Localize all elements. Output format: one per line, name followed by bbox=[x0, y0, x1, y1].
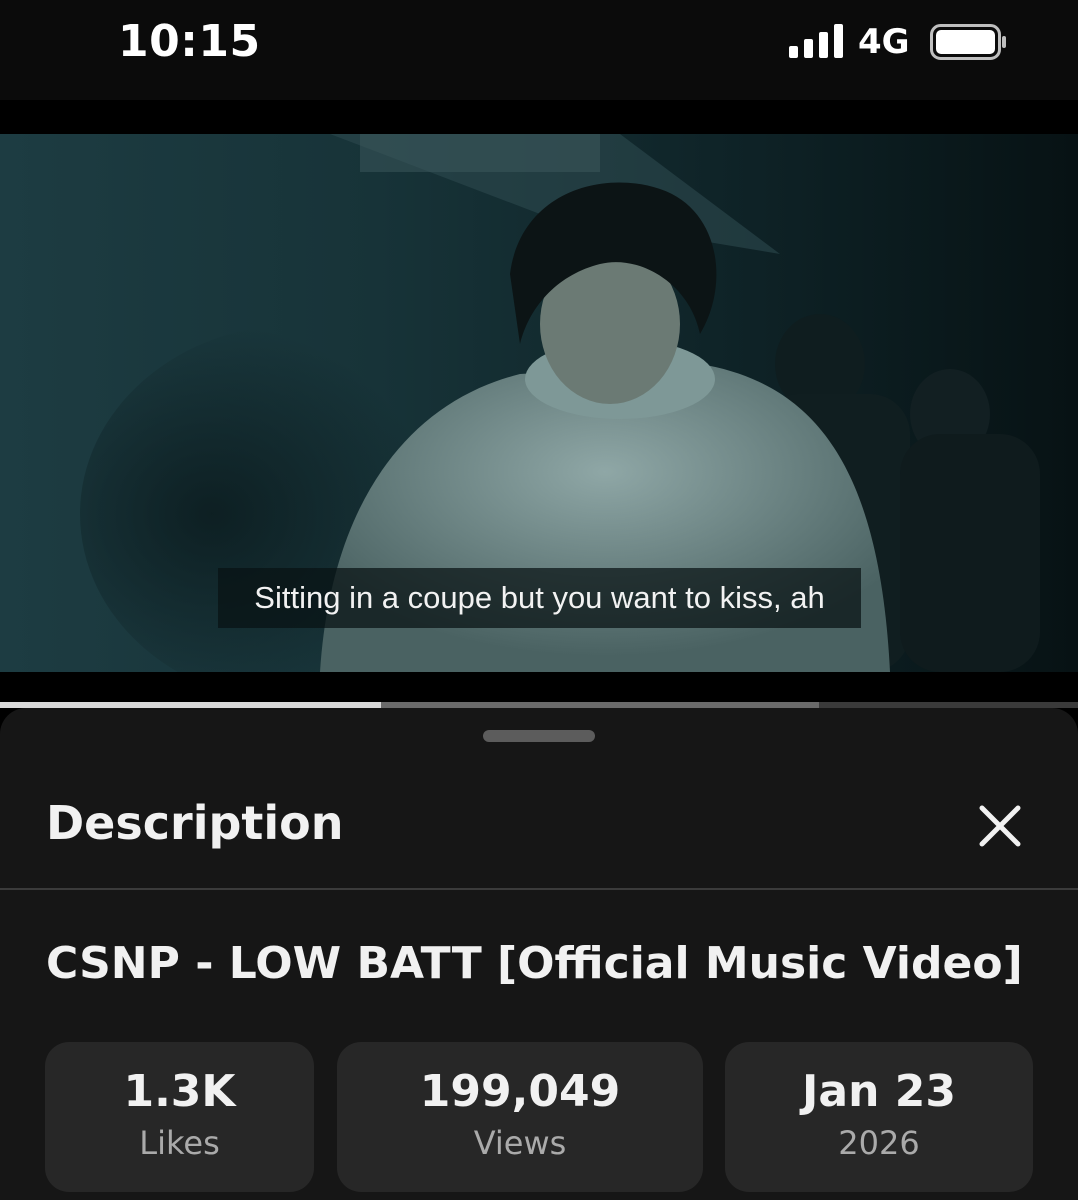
publish-date-stat: Jan 23 2026 bbox=[725, 1042, 1033, 1192]
likes-count: 1.3K bbox=[123, 1066, 236, 1117]
video-title: CSNP - LOW BATT [Official Music Video] bbox=[46, 938, 1023, 989]
video-player[interactable]: Sitting in a coupe but you want to kiss,… bbox=[0, 134, 1078, 672]
status-bar: 10:15 4G bbox=[0, 0, 1078, 100]
video-letterbox-bottom bbox=[0, 672, 1078, 704]
likes-stat: 1.3K Likes bbox=[45, 1042, 314, 1192]
views-stat: 199,049 Views bbox=[337, 1042, 703, 1192]
close-button[interactable] bbox=[968, 794, 1032, 858]
status-time: 10:15 bbox=[118, 16, 261, 67]
phone-screen: 10:15 4G Sitting in a coupe but you want… bbox=[0, 0, 1078, 1200]
video-subtitle: Sitting in a coupe but you want to kiss,… bbox=[218, 568, 861, 628]
sheet-title: Description bbox=[46, 796, 344, 850]
video-letterbox-top bbox=[0, 100, 1078, 134]
publish-year: 2026 bbox=[838, 1124, 920, 1162]
likes-label: Likes bbox=[139, 1124, 220, 1162]
sheet-drag-handle[interactable] bbox=[483, 730, 595, 742]
close-icon bbox=[979, 805, 1021, 847]
battery-icon bbox=[930, 24, 1006, 60]
description-sheet: Description CSNP - LOW BATT [Official Mu… bbox=[0, 708, 1078, 1200]
publish-date: Jan 23 bbox=[802, 1066, 956, 1117]
views-label: Views bbox=[473, 1124, 567, 1162]
views-count: 199,049 bbox=[419, 1066, 621, 1117]
sheet-divider bbox=[0, 888, 1078, 890]
network-type: 4G bbox=[858, 22, 910, 62]
signal-icon bbox=[789, 24, 843, 58]
